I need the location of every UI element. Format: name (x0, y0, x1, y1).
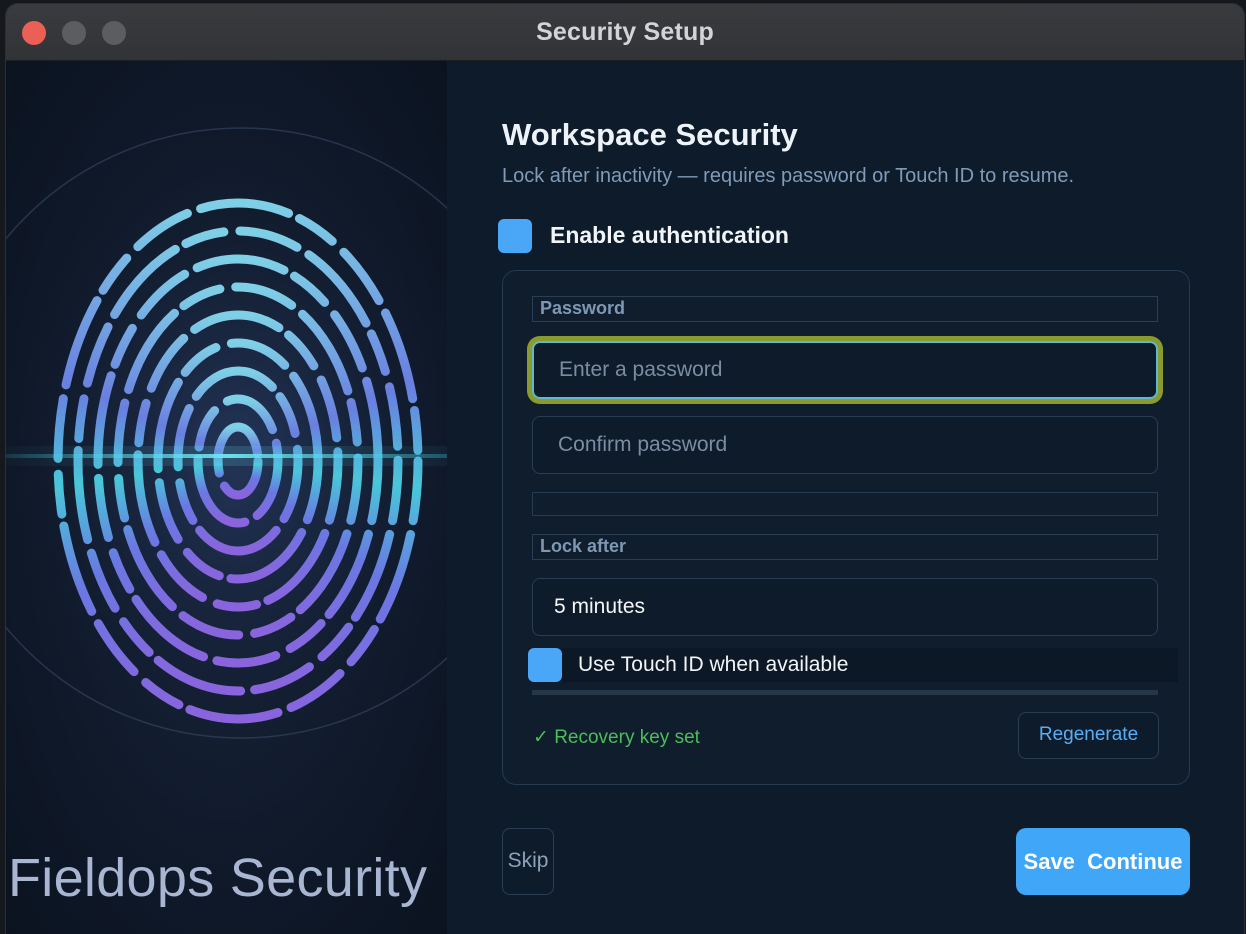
lock-after-section-label: Lock after (532, 534, 1158, 560)
regenerate-recovery-key-button[interactable]: Regenerate (1018, 712, 1159, 759)
fingerprint-icon (6, 127, 447, 751)
auth-settings-card: Password Lock after 5 minutes Use Touch … (502, 270, 1190, 785)
page-title: Workspace Security (502, 117, 798, 152)
section-divider-thin (532, 690, 1158, 695)
brand-logo-text: Fieldops Security (8, 848, 428, 908)
title-bar[interactable]: Security Setup (6, 4, 1244, 61)
touch-id-row[interactable]: Use Touch ID when available (528, 648, 1178, 682)
window-title: Security Setup (536, 18, 714, 46)
enable-authentication-checkbox[interactable] (498, 219, 532, 253)
touch-id-checkbox[interactable] (528, 648, 562, 682)
recovery-key-status: ✓ Recovery key set (533, 727, 700, 748)
security-setup-window: Security Setup Fieldops Security Workspa… (6, 4, 1244, 934)
section-divider (532, 492, 1158, 516)
lock-after-select[interactable]: 5 minutes (532, 578, 1158, 636)
touch-id-label[interactable]: Use Touch ID when available (578, 653, 848, 677)
hero-illustration: Fieldops Security (6, 61, 447, 934)
password-section-label: Password (532, 296, 1158, 322)
confirm-password-input[interactable] (532, 416, 1158, 474)
form-pane: Workspace Security Lock after inactivity… (447, 61, 1244, 934)
skip-button[interactable]: Skip (502, 828, 554, 895)
page-subtitle: Lock after inactivity — requires passwor… (502, 165, 1075, 187)
enable-authentication-label[interactable]: Enable authentication (550, 222, 789, 249)
save-continue-button[interactable]: Save Continue (1016, 828, 1190, 895)
password-input[interactable] (532, 341, 1158, 399)
